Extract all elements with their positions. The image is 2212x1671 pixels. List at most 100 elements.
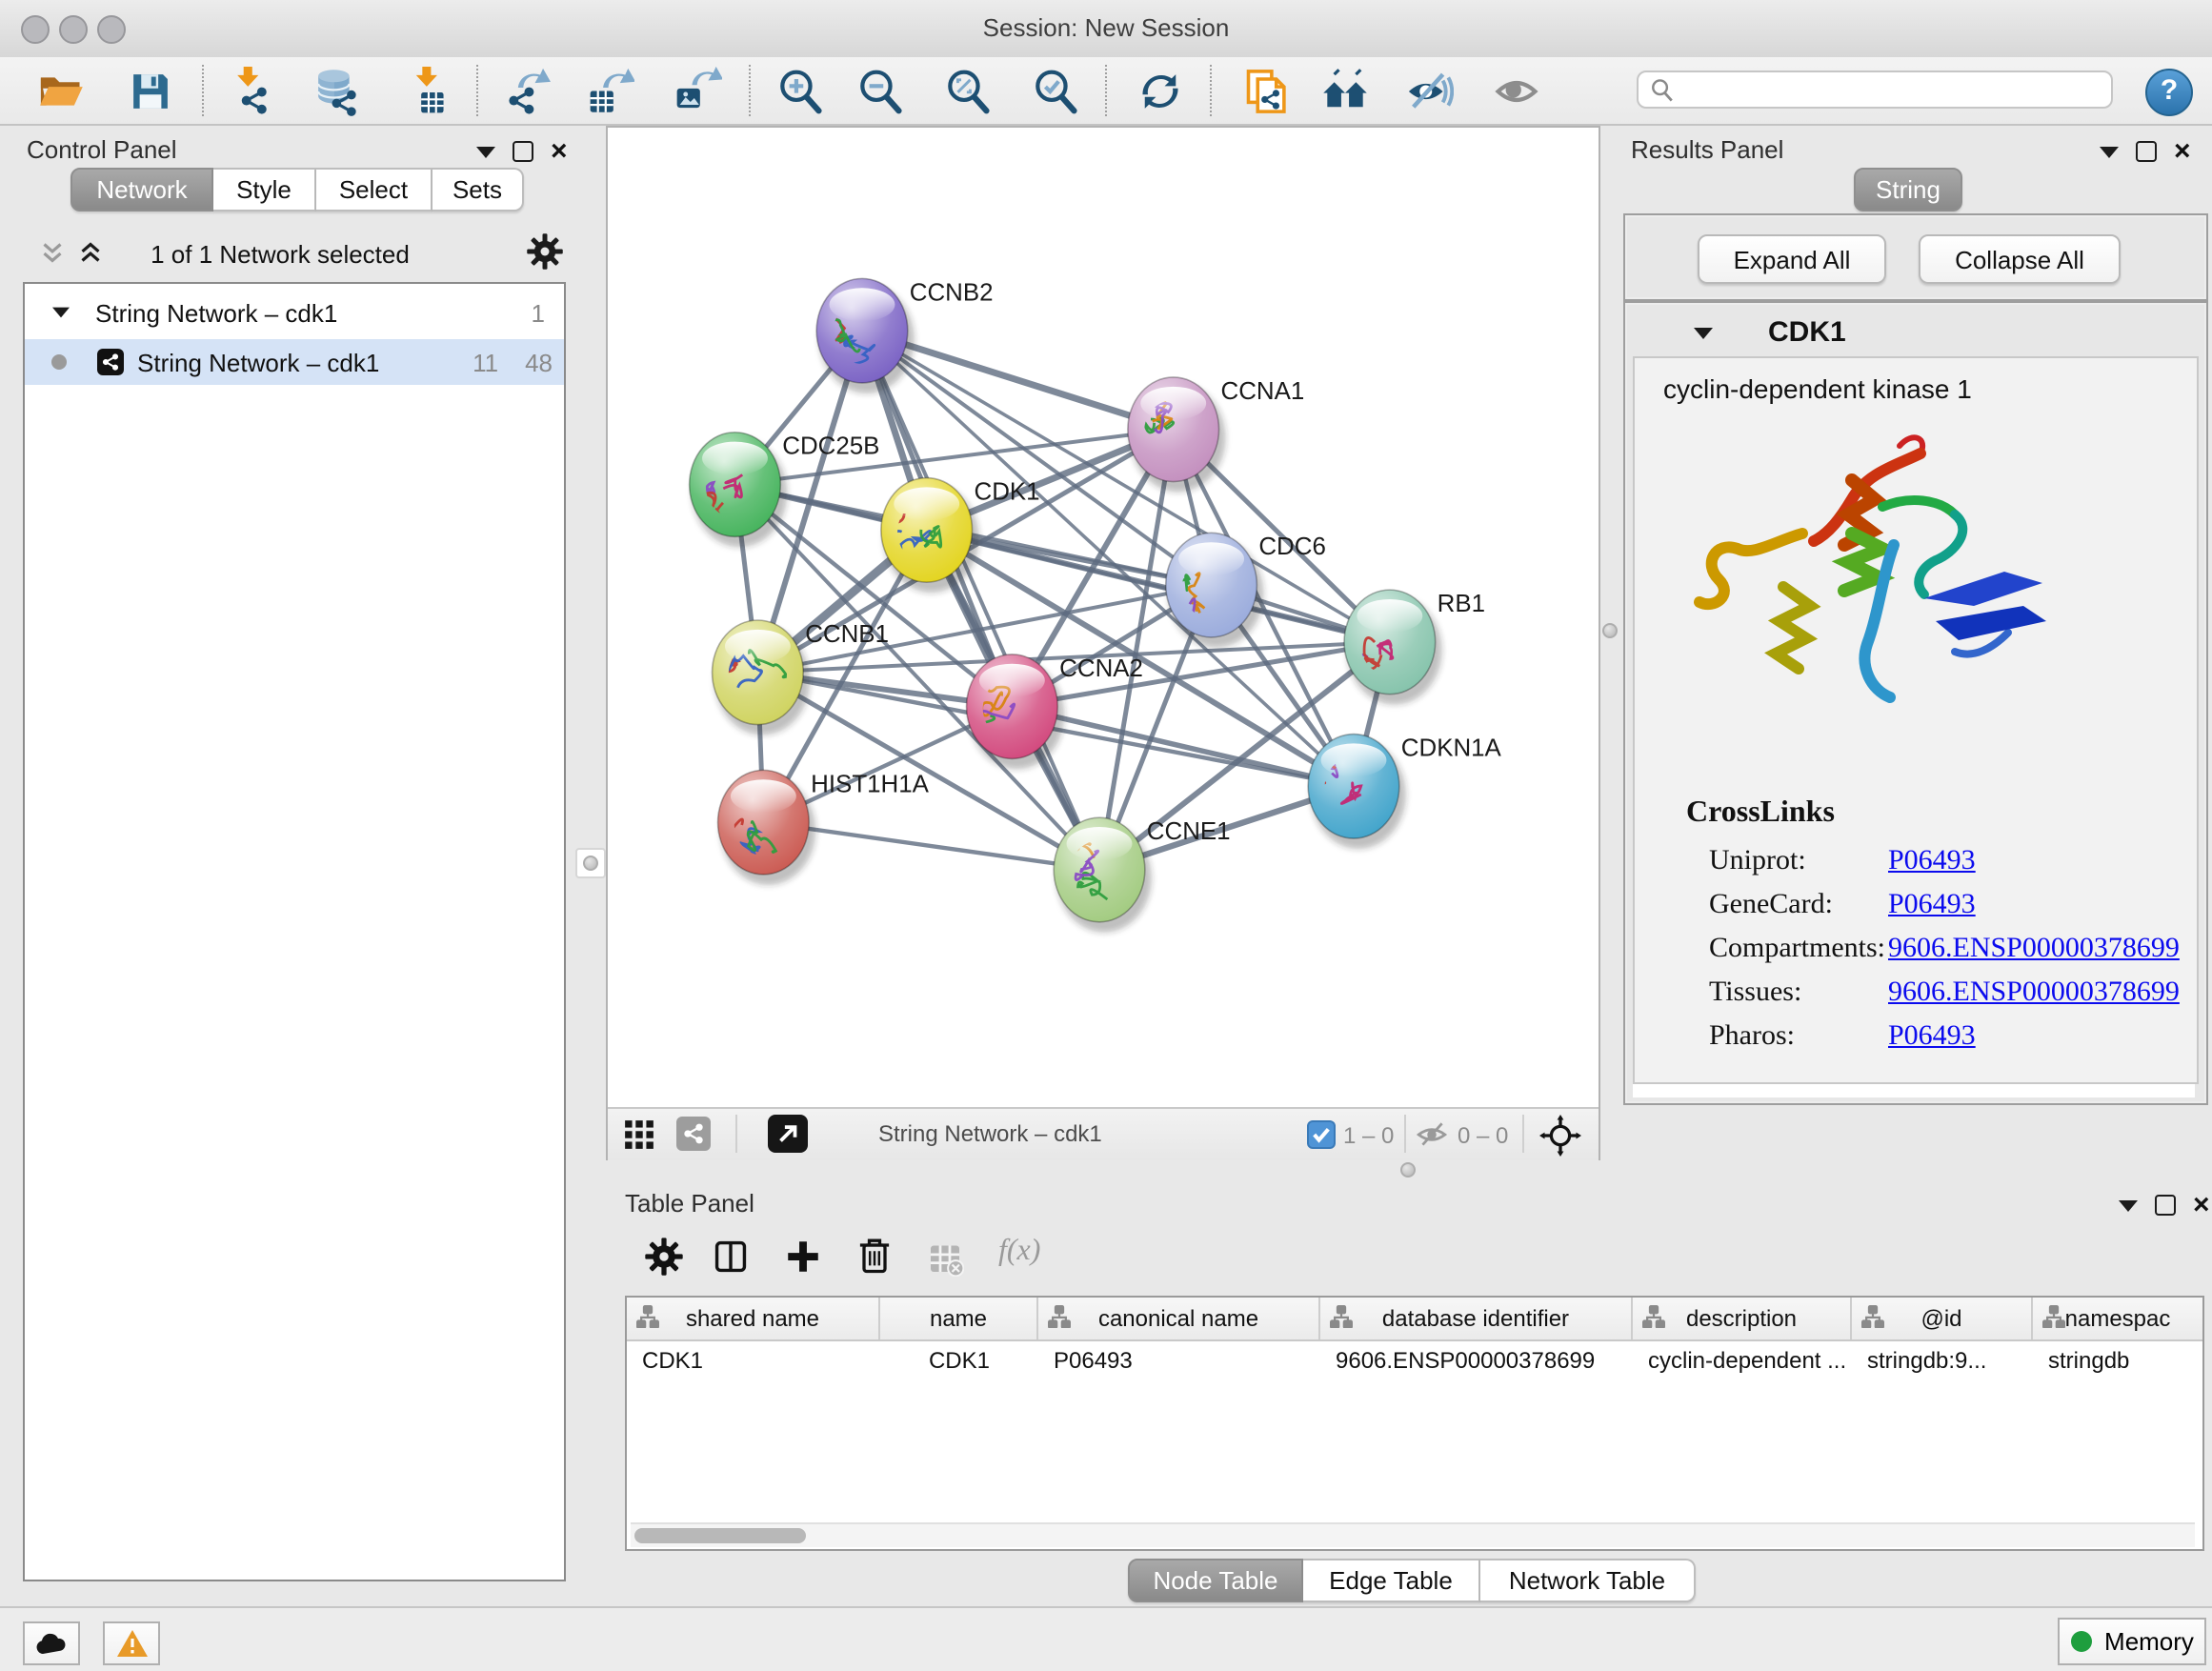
- section-expander-icon[interactable]: [1694, 328, 1713, 339]
- tab-network-table[interactable]: Network Table: [1480, 1559, 1696, 1602]
- panel-menu-icon[interactable]: [2100, 146, 2119, 157]
- close-window-icon[interactable]: [21, 15, 50, 44]
- app-window: Session: New Session: [0, 0, 2212, 1671]
- toolbar-separator: [1210, 65, 1212, 116]
- apply-layout-refresh-icon[interactable]: [1136, 67, 1185, 116]
- close-panel-icon[interactable]: ×: [2193, 1196, 2210, 1215]
- export-network-icon[interactable]: [503, 67, 553, 116]
- svg-text:CCNA1: CCNA1: [1221, 378, 1305, 405]
- function-builder-fx[interactable]: f(x): [998, 1235, 1040, 1269]
- node-count: 11: [473, 348, 498, 376]
- new-network-from-selection-icon[interactable]: [1242, 67, 1292, 116]
- export-table-icon[interactable]: [585, 67, 634, 116]
- collapse-all-chevron-icon[interactable]: [36, 236, 69, 269]
- close-panel-icon[interactable]: ×: [551, 142, 568, 161]
- float-panel-icon[interactable]: [513, 141, 533, 162]
- tab-node-table[interactable]: Node Table: [1128, 1559, 1303, 1602]
- node-table: shared name name canonical name database…: [625, 1296, 2204, 1551]
- network-collection-row[interactable]: String Network – cdk1 1: [25, 284, 564, 333]
- birds-eye-crosshair-icon[interactable]: [1539, 1115, 1581, 1157]
- tab-select[interactable]: Select: [316, 168, 432, 211]
- delete-column-icon[interactable]: [854, 1235, 895, 1277]
- show-columns-icon[interactable]: [711, 1237, 751, 1277]
- column-header[interactable]: namespac: [2033, 1298, 2202, 1339]
- protein-structure-image: [1663, 427, 2073, 779]
- network-view[interactable]: CCNB2CCNA1CDC25BCDK1CDC6RB1CCNB1CCNA2CDK…: [606, 126, 1600, 1160]
- import-network-database-icon[interactable]: [311, 67, 360, 116]
- import-table-file-icon[interactable]: [402, 67, 452, 116]
- column-header[interactable]: shared name: [627, 1298, 880, 1339]
- maximize-window-icon[interactable]: [97, 15, 126, 44]
- gene-name: CDK1: [1768, 316, 1846, 349]
- zoom-selected-icon[interactable]: [1031, 67, 1080, 116]
- zoom-in-icon[interactable]: [775, 67, 825, 116]
- help-button[interactable]: ?: [2145, 69, 2193, 116]
- table-row[interactable]: CDK1 CDK1 P06493 9606.ENSP00000378699 cy…: [627, 1341, 2202, 1379]
- add-column-icon[interactable]: [783, 1237, 823, 1277]
- tab-edge-table[interactable]: Edge Table: [1303, 1559, 1480, 1602]
- tab-style[interactable]: Style: [213, 168, 316, 211]
- tab-sets[interactable]: Sets: [432, 168, 524, 211]
- svg-text:CCNE1: CCNE1: [1147, 818, 1231, 845]
- network-view-type-icon[interactable]: [676, 1117, 711, 1151]
- crosslink-link[interactable]: P06493: [1888, 890, 1976, 922]
- network-row-selected[interactable]: String Network – cdk1 11 48: [25, 339, 564, 385]
- crosslink-label: GeneCard:: [1709, 890, 1833, 922]
- zoom-fit-icon[interactable]: [943, 67, 993, 116]
- network-view-title: String Network – cdk1: [878, 1120, 1102, 1147]
- grid-view-icon[interactable]: [623, 1118, 655, 1151]
- bottom-splitter-handle[interactable]: [1400, 1162, 1416, 1178]
- detach-view-button[interactable]: [768, 1115, 808, 1153]
- warning-button[interactable]: [103, 1621, 160, 1665]
- right-splitter-handle[interactable]: [1602, 623, 1618, 638]
- collapse-all-button[interactable]: Collapse All: [1919, 234, 2121, 284]
- close-panel-icon[interactable]: ×: [2174, 142, 2191, 161]
- crosslink-link[interactable]: 9606.ENSP00000378699: [1888, 977, 2180, 1010]
- memory-button[interactable]: Memory: [2058, 1618, 2206, 1665]
- column-header[interactable]: description: [1633, 1298, 1852, 1339]
- toolbar-separator: [202, 65, 204, 116]
- warning-icon: [115, 1629, 148, 1658]
- left-splitter-handle[interactable]: [575, 848, 606, 878]
- show-all-eye-icon[interactable]: [1492, 67, 1541, 116]
- column-header[interactable]: database identifier: [1320, 1298, 1633, 1339]
- scrollbar-thumb[interactable]: [634, 1528, 806, 1543]
- panel-menu-icon[interactable]: [2119, 1199, 2138, 1211]
- search-input[interactable]: [1637, 70, 2113, 109]
- crosslinks-title: CrossLinks: [1686, 796, 1835, 831]
- zoom-out-icon[interactable]: [855, 67, 905, 116]
- tree-expander-icon[interactable]: [52, 308, 70, 318]
- results-buttons-box: Expand All Collapse All: [1623, 213, 2208, 301]
- network-canvas[interactable]: CCNB2CCNA1CDC25BCDK1CDC6RB1CCNB1CCNA2CDK…: [608, 128, 1599, 1107]
- crosslink-link[interactable]: P06493: [1888, 846, 1976, 878]
- export-image-icon[interactable]: [673, 67, 722, 116]
- tab-network[interactable]: Network: [70, 168, 213, 211]
- import-network-file-icon[interactable]: [225, 67, 274, 116]
- open-file-icon[interactable]: [36, 67, 86, 116]
- panel-menu-icon[interactable]: [476, 146, 495, 157]
- column-header[interactable]: canonical name: [1038, 1298, 1320, 1339]
- title-bar: Session: New Session: [0, 0, 2212, 59]
- svg-text:CCNA2: CCNA2: [1059, 655, 1143, 682]
- column-header[interactable]: @id: [1852, 1298, 2033, 1339]
- save-session-icon[interactable]: [126, 67, 175, 116]
- table-options-gear-icon[interactable]: [644, 1237, 684, 1277]
- crosslink-link[interactable]: 9606.ENSP00000378699: [1888, 934, 2180, 966]
- delete-table-icon-disabled[interactable]: [926, 1238, 964, 1277]
- crosslink-link[interactable]: P06493: [1888, 1021, 1976, 1054]
- horizontal-scrollbar[interactable]: [631, 1522, 2195, 1547]
- svg-text:CCNB1: CCNB1: [805, 621, 889, 648]
- minimize-window-icon[interactable]: [59, 15, 88, 44]
- cloud-button[interactable]: [23, 1621, 80, 1665]
- first-neighbors-icon[interactable]: [1320, 67, 1370, 116]
- expand-all-button[interactable]: Expand All: [1698, 234, 1886, 284]
- float-panel-icon[interactable]: [2155, 1195, 2176, 1216]
- svg-text:CCNB2: CCNB2: [910, 279, 994, 306]
- float-panel-icon[interactable]: [2136, 141, 2157, 162]
- column-header[interactable]: name: [880, 1298, 1038, 1339]
- tab-string[interactable]: String: [1854, 168, 1962, 211]
- network-options-gear-icon[interactable]: [526, 232, 564, 271]
- results-panel-title: Results Panel: [1631, 135, 1783, 164]
- hide-selected-eye-icon[interactable]: [1404, 67, 1454, 116]
- selected-checkbox[interactable]: [1307, 1120, 1336, 1149]
